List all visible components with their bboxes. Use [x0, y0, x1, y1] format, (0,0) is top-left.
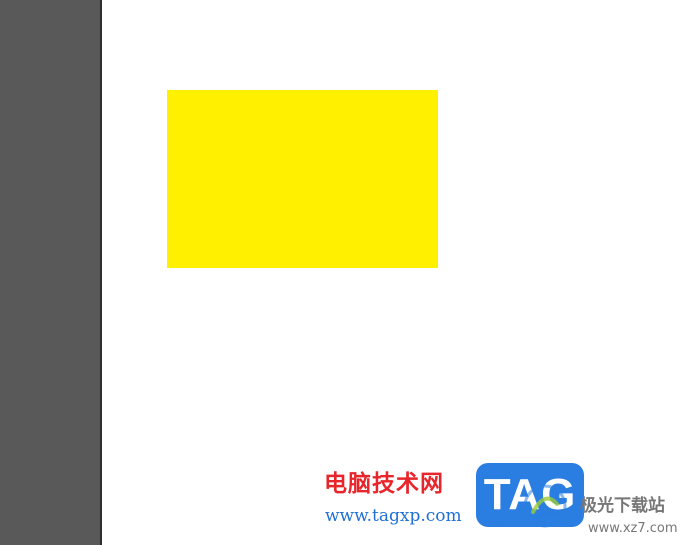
pasteboard-area[interactable] [0, 0, 100, 545]
watermark-site-title: 电脑技术网 [324, 471, 444, 497]
watermark-site-url: www.tagxp.com [325, 506, 462, 526]
screen: 电脑技术网 www.tagxp.com TAG 极光下载站 www.xz7.co… [0, 0, 688, 545]
watermark-download-site-url: www.xz7.com [588, 521, 678, 536]
yellow-rectangle-shape[interactable] [167, 90, 438, 268]
watermark-download-site-name: 极光下载站 [580, 496, 665, 516]
artboard[interactable] [102, 0, 688, 545]
xz7-logo-icon [523, 484, 567, 528]
